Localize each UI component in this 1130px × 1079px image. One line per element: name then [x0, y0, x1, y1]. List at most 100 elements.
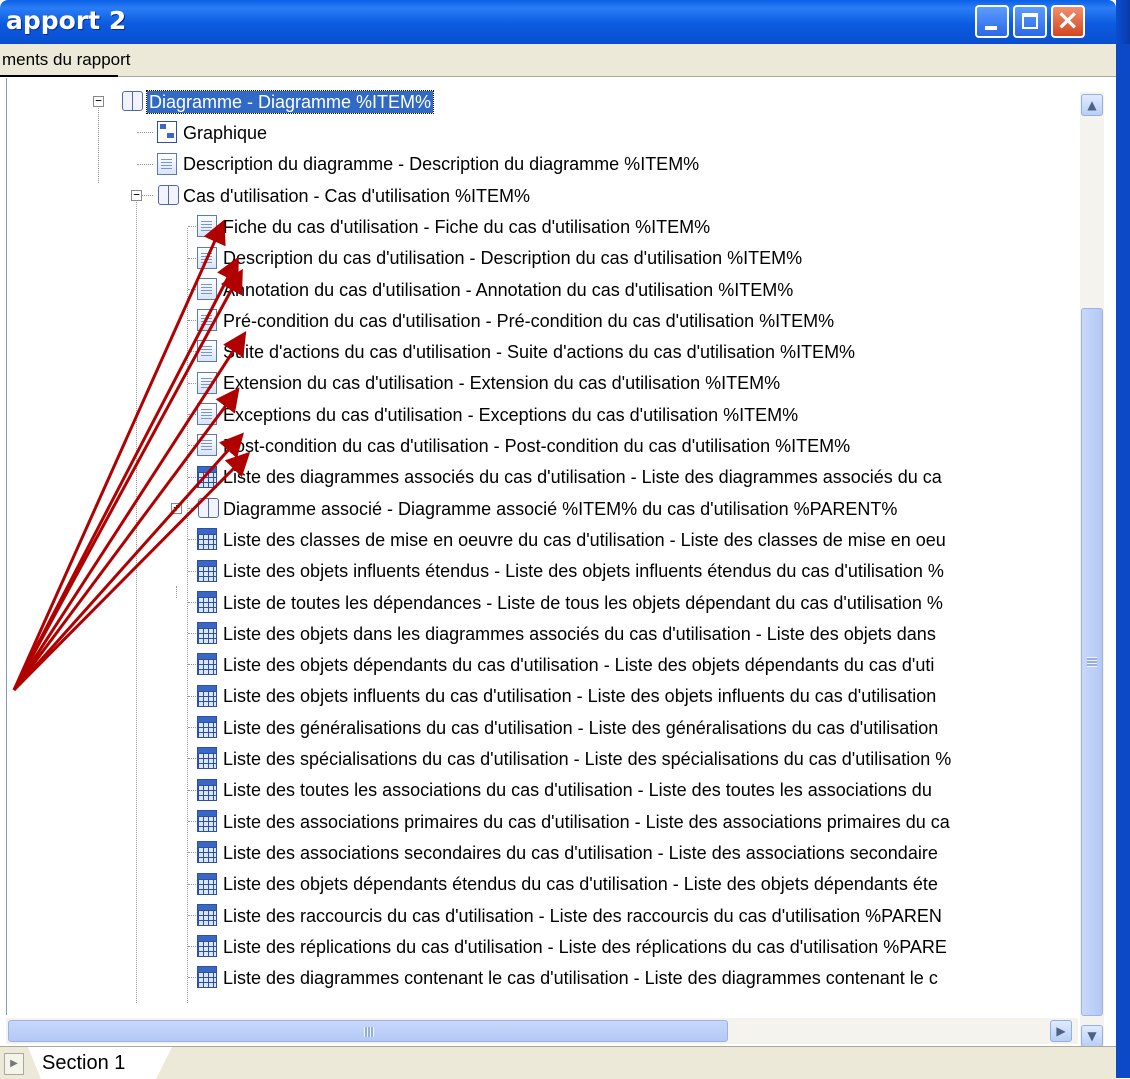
- tree-item-label: Liste de toutes les dépendances - Liste …: [223, 592, 943, 613]
- document-icon: [197, 246, 217, 269]
- tree-item-label: Liste des réplications du cas d'utilisat…: [223, 936, 947, 957]
- tree-item[interactable]: Cas d'utilisation - Cas d'utilisation %I…: [183, 180, 530, 211]
- scroll-up-button[interactable]: ▲: [1081, 94, 1103, 116]
- tree-item-label: Extension du cas d'utilisation - Extensi…: [223, 373, 781, 394]
- tree-item-label: Liste des objets influents du cas d'util…: [223, 686, 937, 707]
- tree-item-label: Post-condition du cas d'utilisation - Po…: [223, 436, 851, 457]
- tree-item[interactable]: Description du cas d'utilisation - Descr…: [223, 243, 802, 274]
- tree-item[interactable]: Liste des généralisations du cas d'utili…: [223, 712, 938, 743]
- collapse-toggle[interactable]: −: [93, 95, 104, 107]
- tree-item[interactable]: Liste des spécialisations du cas d'utili…: [223, 743, 951, 774]
- tree-item-label: Liste des associations secondaires du ca…: [223, 842, 938, 863]
- tree-item[interactable]: Liste des réplications du cas d'utilisat…: [223, 931, 947, 962]
- tree-connector: [188, 789, 196, 791]
- tree-item[interactable]: Liste des toutes les associations du cas…: [223, 775, 932, 806]
- grid-icon: [197, 778, 217, 801]
- tree-item-label: Liste des toutes les associations du cas…: [223, 780, 932, 801]
- tree-item[interactable]: Suite d'actions du cas d'utilisation - S…: [223, 336, 855, 367]
- tree-item-label: Graphique: [183, 123, 268, 144]
- tree-connector: [188, 664, 196, 666]
- minimize-button[interactable]: [975, 5, 1009, 38]
- tree-connector: [188, 257, 196, 259]
- tab-section-1-label: Section 1: [42, 1052, 126, 1074]
- tree-connector: [188, 351, 196, 353]
- tree-connector: [188, 820, 196, 822]
- tree-item[interactable]: Liste des objets influents étendus - Lis…: [223, 556, 944, 587]
- tree-connector: [188, 758, 196, 760]
- close-icon: ×: [1056, 3, 1080, 36]
- vertical-scroll-thumb[interactable]: [1081, 308, 1103, 1016]
- tree-item[interactable]: Post-condition du cas d'utilisation - Po…: [223, 430, 850, 461]
- document-icon: [197, 434, 217, 457]
- tree-item[interactable]: Graphique: [183, 117, 267, 148]
- tree-item[interactable]: Extension du cas d'utilisation - Extensi…: [223, 368, 780, 399]
- grip-icon: [364, 1027, 374, 1037]
- tree-connector: [188, 695, 196, 697]
- tree-item-label: Suite d'actions du cas d'utilisation - S…: [223, 342, 856, 363]
- grid-icon: [197, 841, 217, 864]
- collapse-toggle[interactable]: −: [131, 189, 142, 201]
- tree-item[interactable]: Liste des associations secondaires du ca…: [223, 837, 938, 868]
- grid-icon: [197, 903, 217, 926]
- tree-item[interactable]: Annotation du cas d'utilisation - Annota…: [223, 274, 793, 305]
- tree-item[interactable]: Description du diagramme - Description d…: [183, 149, 699, 180]
- tree-item[interactable]: Fiche du cas d'utilisation - Fiche du ca…: [223, 211, 710, 242]
- expand-toggle[interactable]: +: [171, 502, 182, 514]
- tree-item-label: Liste des raccourcis du cas d'utilisatio…: [223, 905, 942, 926]
- report-tree[interactable]: − Diagramme - Diagramme %ITEM% Graphique De…: [6, 78, 1107, 1015]
- tree-item[interactable]: Liste des diagrammes associés du cas d'u…: [223, 462, 942, 493]
- close-button[interactable]: ×: [1051, 3, 1085, 38]
- tree-connector: [188, 852, 196, 854]
- minimize-icon: [985, 26, 997, 30]
- tree-guide-line: [176, 586, 177, 598]
- maximize-button[interactable]: [1013, 5, 1047, 38]
- tree-connector: [188, 507, 196, 509]
- tree-item-label: Fiche du cas d'utilisation - Fiche du ca…: [223, 216, 711, 237]
- tree-connector: [188, 977, 196, 979]
- tree-connector: [188, 382, 196, 384]
- tree-item[interactable]: Liste des objets dépendants étendus du c…: [223, 869, 938, 900]
- tree-item[interactable]: Liste des associations primaires du cas …: [223, 806, 950, 837]
- scroll-right-button[interactable]: ▶: [1050, 1020, 1072, 1042]
- tree-item[interactable]: Liste des objets dépendants du cas d'uti…: [223, 649, 934, 680]
- tree-connector: [188, 727, 196, 728]
- tree-item[interactable]: Liste des objets dans les diagrammes ass…: [223, 618, 936, 649]
- grip-icon: [1087, 657, 1097, 667]
- tree-item[interactable]: Liste des diagrammes contenant le cas d'…: [223, 962, 938, 993]
- tree-item-label: Liste des diagrammes associés du cas d'u…: [223, 467, 942, 488]
- grid-icon: [197, 590, 217, 613]
- tree-connector: [188, 539, 196, 541]
- tree-connector: [188, 226, 196, 228]
- tree-item-label: Liste des généralisations du cas d'utili…: [223, 717, 939, 738]
- horizontal-scroll-thumb[interactable]: [8, 1020, 728, 1042]
- tree-item[interactable]: Exceptions du cas d'utilisation - Except…: [223, 399, 798, 430]
- tree-connector: [137, 163, 153, 165]
- horizontal-scrollbar[interactable]: ▶: [6, 1018, 1078, 1044]
- tree-item-label: Diagramme - Diagramme %ITEM%: [145, 90, 435, 115]
- vertical-scrollbar[interactable]: ▲ ▼: [1080, 92, 1104, 1050]
- tree-item-label: Liste des objets dans les diagrammes ass…: [223, 623, 936, 644]
- tree-item[interactable]: Liste de toutes les dépendances - Liste …: [223, 587, 943, 618]
- tree-item-label: Exceptions du cas d'utilisation - Except…: [223, 404, 799, 425]
- book-icon: [121, 90, 143, 112]
- tree-item-label: Cas d'utilisation - Cas d'utilisation %I…: [183, 185, 531, 206]
- grid-icon: [197, 809, 217, 832]
- tree-item[interactable]: Diagramme associé - Diagramme associé %I…: [223, 493, 897, 524]
- tree-connector: [188, 946, 196, 948]
- tree-item[interactable]: Liste des classes de mise en oeuvre du c…: [223, 524, 946, 555]
- tree-item-label: Liste des objets influents étendus - Lis…: [223, 561, 944, 582]
- scroll-down-button[interactable]: ▼: [1081, 1025, 1103, 1047]
- tree-item[interactable]: Liste des objets influents du cas d'util…: [223, 681, 936, 712]
- window-border: [1116, 0, 1130, 1078]
- tree-item[interactable]: Diagramme - Diagramme %ITEM%: [145, 86, 435, 117]
- tree-item[interactable]: Liste des raccourcis du cas d'utilisatio…: [223, 900, 942, 931]
- panel-header-label: ments du rapport: [2, 50, 131, 69]
- document-icon: [197, 340, 217, 363]
- grid-icon: [197, 653, 217, 676]
- tree-item[interactable]: Pré-condition du cas d'utilisation - Pré…: [223, 305, 834, 336]
- tree-guide-line: [136, 190, 137, 1003]
- tree-connector: [188, 914, 196, 916]
- tab-scroll-icon[interactable]: ▶: [4, 1053, 24, 1075]
- tree-item-label: Liste des classes de mise en oeuvre du c…: [223, 529, 946, 550]
- title-bar[interactable]: apport 2 ×: [0, 0, 1116, 44]
